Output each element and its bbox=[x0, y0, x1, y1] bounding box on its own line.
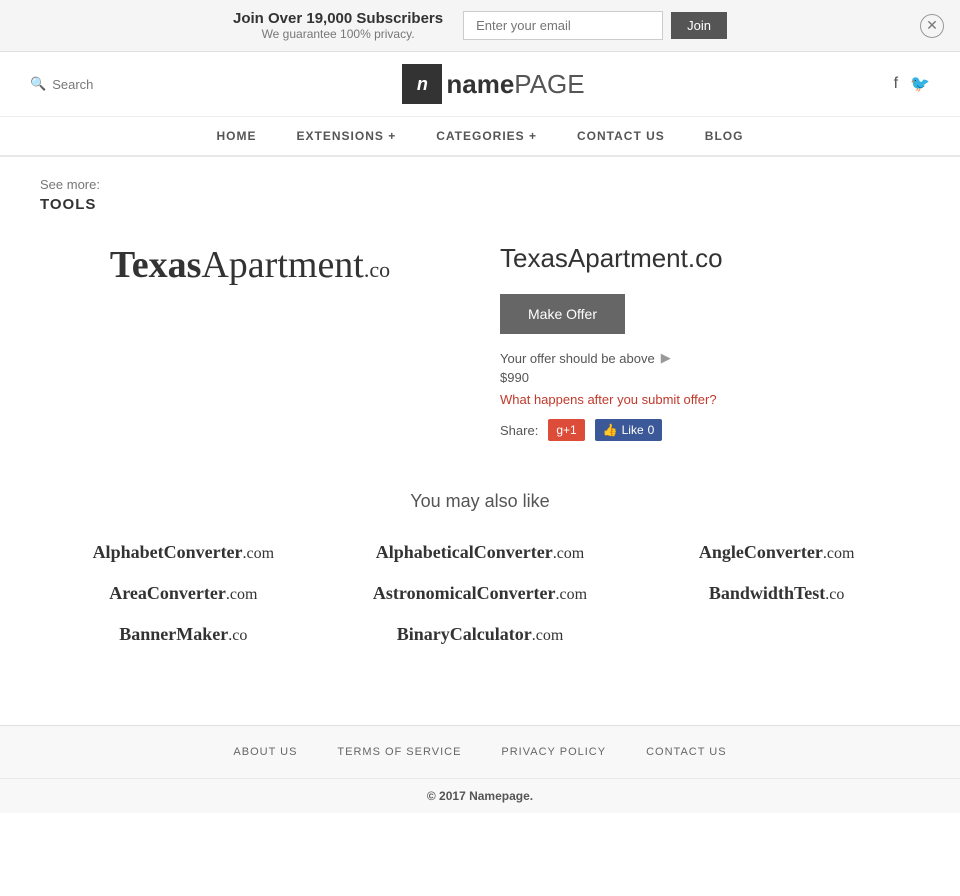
footer-link[interactable]: PRIVACY POLICY bbox=[501, 746, 606, 758]
domain-item-tld: .co bbox=[228, 627, 247, 644]
also-like-title: You may also like bbox=[40, 491, 920, 512]
share-label: Share: bbox=[500, 423, 538, 438]
footer-link[interactable]: CONTACT US bbox=[646, 746, 727, 758]
domain-item-bold: BinaryCalculator bbox=[397, 624, 532, 644]
domain-logo: TexasApartment.co bbox=[110, 243, 390, 287]
logo-icon: n bbox=[402, 64, 442, 104]
main-nav: HOME EXTENSIONS + CATEGORIES + CONTACT U… bbox=[0, 117, 960, 157]
banner-text: Join Over 19,000 Subscribers We guarante… bbox=[233, 10, 443, 41]
close-button[interactable]: ✕ bbox=[920, 14, 944, 38]
domain-grid-item[interactable]: AngleConverter.com bbox=[699, 542, 855, 563]
nav-home[interactable]: HOME bbox=[217, 129, 257, 143]
make-offer-button[interactable]: Make Offer bbox=[500, 294, 625, 334]
domain-item-tld: .com bbox=[226, 586, 258, 603]
domain-item-bold: BandwidthTest bbox=[709, 583, 825, 603]
domain-item-bold: BannerMaker bbox=[119, 624, 228, 644]
footer: ABOUT US TERMS OF SERVICE PRIVACY POLICY CO… bbox=[0, 725, 960, 813]
nav-contact[interactable]: CONTACT US bbox=[577, 129, 665, 143]
domain-grid-item[interactable]: AreaConverter.com bbox=[109, 583, 257, 604]
domain-item-bold: AstronomicalConverter bbox=[373, 583, 556, 603]
banner-title: Join Over 19,000 Subscribers bbox=[233, 10, 443, 27]
domain-logo-tld: .co bbox=[364, 257, 390, 282]
domain-info: TexasApartment.co Make Offer Your offer … bbox=[500, 243, 920, 441]
nav-blog[interactable]: BLOG bbox=[705, 129, 744, 143]
share-row: Share: g+1 👍 Like 0 bbox=[500, 419, 920, 441]
domain-item-tld: .com bbox=[532, 627, 564, 644]
domain-logo-light: Apartment bbox=[201, 244, 364, 286]
header: 🔍 Search n namePAGE f 🐦 bbox=[0, 52, 960, 117]
domain-logo-area: TexasApartment.co bbox=[40, 243, 460, 287]
footer-link[interactable]: ABOUT US bbox=[233, 746, 297, 758]
facebook-icon[interactable]: f bbox=[894, 75, 898, 93]
main-content: See more: TOOLS TexasApartment.co TexasA… bbox=[0, 157, 960, 685]
domain-item-tld: .com bbox=[553, 545, 585, 562]
see-more-label: See more: bbox=[40, 177, 920, 192]
domain-item-tld: .com bbox=[556, 586, 588, 603]
domain-grid: AlphabetConverter.comAlphabeticalConvert… bbox=[40, 542, 920, 645]
logo-page: PAGE bbox=[514, 69, 584, 99]
join-button[interactable]: Join bbox=[671, 12, 727, 39]
fb-like-button[interactable]: 👍 Like 0 bbox=[595, 419, 663, 441]
offer-amount: $990 bbox=[500, 370, 920, 385]
top-banner: Join Over 19,000 Subscribers We guarante… bbox=[0, 0, 960, 52]
banner-form: Join bbox=[463, 11, 727, 40]
offer-info: Your offer should be above ▶ bbox=[500, 350, 920, 366]
search-area[interactable]: 🔍 Search bbox=[30, 76, 93, 92]
footer-links: ABOUT US TERMS OF SERVICE PRIVACY POLICY CO… bbox=[0, 726, 960, 778]
domain-item-bold: AlphabeticalConverter bbox=[376, 542, 553, 562]
nav-categories[interactable]: CATEGORIES + bbox=[436, 129, 537, 143]
nav-extensions[interactable]: EXTENSIONS + bbox=[297, 129, 397, 143]
domain-section: TexasApartment.co TexasApartment.co Make… bbox=[40, 243, 920, 441]
domain-item-tld: .com bbox=[823, 545, 855, 562]
domain-grid-item[interactable]: BinaryCalculator.com bbox=[397, 624, 564, 645]
arrow-icon: ▶ bbox=[661, 350, 671, 366]
domain-item-bold: AlphabetConverter bbox=[93, 542, 243, 562]
logo-text: namePAGE bbox=[446, 69, 584, 100]
logo[interactable]: n namePAGE bbox=[402, 64, 584, 104]
domain-item-bold: AreaConverter bbox=[109, 583, 226, 603]
gplus-button[interactable]: g+1 bbox=[548, 419, 584, 441]
domain-item-tld: .com bbox=[243, 545, 275, 562]
footer-brand: Namepage. bbox=[469, 789, 533, 803]
see-more-link[interactable]: TOOLS bbox=[40, 196, 96, 213]
domain-grid-item[interactable]: BannerMaker.co bbox=[119, 624, 247, 645]
logo-name: name bbox=[446, 69, 514, 99]
email-input[interactable] bbox=[463, 11, 663, 40]
search-icon: 🔍 bbox=[30, 76, 46, 92]
offer-above-text: Your offer should be above bbox=[500, 351, 655, 366]
social-links: f 🐦 bbox=[894, 74, 930, 94]
logo-icon-letter: n bbox=[417, 74, 428, 95]
fb-thumb-icon: 👍 bbox=[603, 423, 618, 437]
domain-grid-item[interactable]: AstronomicalConverter.com bbox=[373, 583, 587, 604]
banner-subtitle: We guarantee 100% privacy. bbox=[233, 27, 443, 41]
what-happens-link[interactable]: What happens after you submit offer? bbox=[500, 392, 717, 407]
footer-year: © 2017 bbox=[427, 789, 466, 803]
fb-like-label: Like bbox=[622, 423, 644, 437]
domain-grid-item[interactable]: AlphabeticalConverter.com bbox=[376, 542, 585, 563]
domain-logo-bold: Texas bbox=[110, 244, 202, 286]
domain-name-title: TexasApartment.co bbox=[500, 243, 920, 274]
domain-item-tld: .co bbox=[825, 586, 844, 603]
also-like-section: You may also like AlphabetConverter.comA… bbox=[40, 491, 920, 645]
search-label: Search bbox=[52, 77, 93, 92]
footer-copy: © 2017 Namepage. bbox=[0, 778, 960, 813]
domain-grid-item[interactable]: AlphabetConverter.com bbox=[93, 542, 275, 563]
domain-grid-item[interactable]: BandwidthTest.co bbox=[709, 583, 845, 604]
fb-count: 0 bbox=[648, 423, 655, 437]
twitter-icon[interactable]: 🐦 bbox=[910, 74, 930, 94]
footer-link[interactable]: TERMS OF SERVICE bbox=[337, 746, 461, 758]
domain-item-bold: AngleConverter bbox=[699, 542, 823, 562]
